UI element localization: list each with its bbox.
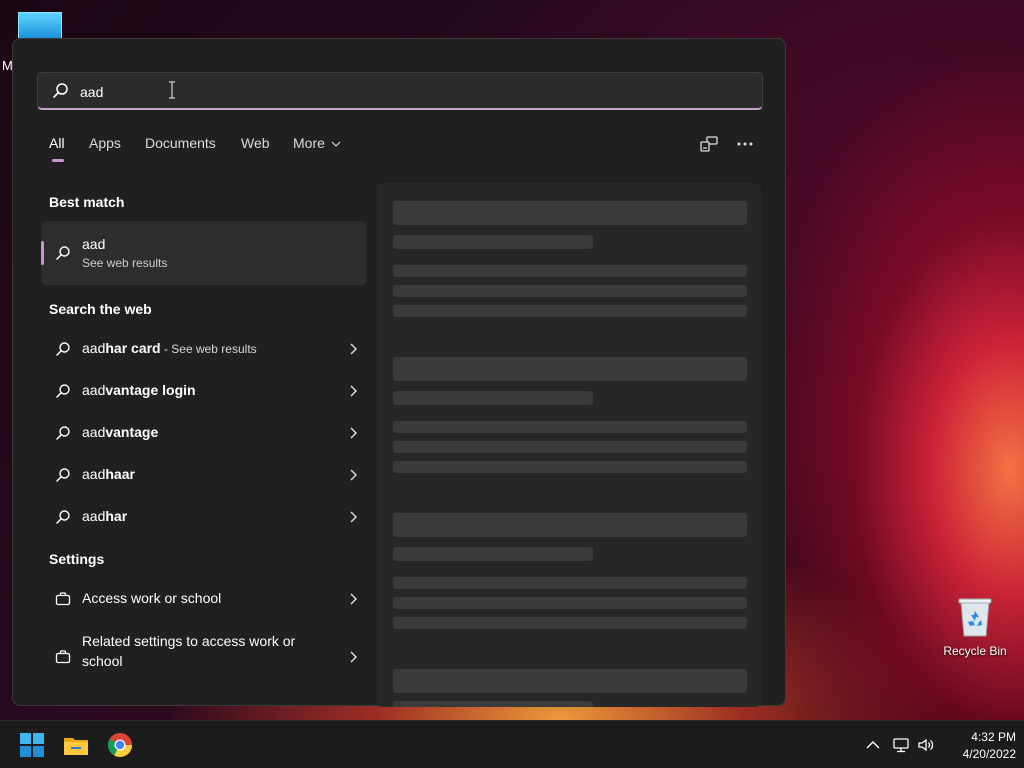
tab-more[interactable]: More [293, 135, 341, 151]
skeleton-bar [393, 285, 747, 297]
settings-heading: Settings [49, 551, 105, 567]
tab-documents-label: Documents [145, 135, 216, 151]
tab-apps-label: Apps [89, 135, 121, 151]
chevron-right-icon [350, 385, 357, 397]
chrome-icon[interactable] [106, 731, 134, 759]
skeleton-bar [393, 617, 747, 629]
recycle-bin[interactable]: Recycle Bin [938, 596, 1012, 658]
web-suggestion-text: aadvantage login [82, 382, 196, 398]
skeleton-bar [393, 201, 747, 225]
web-suggestion-item[interactable]: aadvantage login [41, 371, 367, 411]
skeleton-bar [393, 577, 747, 589]
settings-item-related-access[interactable]: Related settings to access work or schoo… [41, 631, 367, 683]
search-icon [56, 468, 70, 482]
result-preview-loading [377, 183, 761, 707]
tab-active-indicator [52, 159, 64, 162]
search-icon [56, 342, 70, 356]
web-suggestion-text: aadhaar [82, 466, 135, 482]
web-suggestion-text: aadhar [82, 508, 128, 524]
recycle-bin-label: Recycle Bin [943, 644, 1007, 658]
web-suggestion-item[interactable]: aadhar card - See web results [41, 329, 367, 369]
web-suggestion-text: aadvantage [82, 424, 159, 440]
chevron-right-icon [350, 593, 357, 605]
chevron-right-icon [350, 343, 357, 355]
selection-indicator [41, 241, 44, 265]
search-icon [56, 426, 70, 440]
best-match-subtitle: See web results [82, 256, 168, 270]
settings-item-label: Access work or school [82, 590, 222, 606]
tab-web[interactable]: Web [241, 135, 270, 151]
best-match-heading: Best match [49, 194, 125, 210]
best-match-title: aad [82, 236, 106, 252]
skeleton-bar [393, 597, 747, 609]
briefcase-icon [55, 592, 71, 606]
search-icon [56, 246, 70, 260]
share-device-icon[interactable] [699, 135, 719, 153]
skeleton-bar [393, 391, 593, 405]
skeleton-bar [393, 547, 593, 561]
tab-web-label: Web [241, 135, 270, 151]
settings-item-label: Related settings to access work or schoo… [82, 633, 296, 669]
clock[interactable]: 4:32 PM 4/20/2022 [936, 729, 1016, 763]
search-box[interactable] [37, 72, 763, 110]
skeleton-bar [393, 305, 747, 317]
file-explorer-icon[interactable] [62, 731, 90, 759]
desktop-icon-partial[interactable] [18, 12, 62, 40]
taskbar: 4:32 PM 4/20/2022 [0, 720, 1024, 768]
skeleton-bar [393, 265, 747, 277]
clock-time: 4:32 PM [971, 730, 1016, 744]
skeleton-bar [393, 513, 747, 537]
skeleton-bar [393, 669, 747, 693]
tab-documents[interactable]: Documents [145, 135, 216, 151]
more-options-icon[interactable] [735, 135, 755, 153]
skeleton-bar [393, 421, 747, 433]
search-web-heading: Search the web [49, 301, 152, 317]
chevron-down-icon [331, 141, 341, 148]
tab-all-label: All [49, 135, 65, 151]
skeleton-bar [393, 357, 747, 381]
web-suggestion-item[interactable]: aadhar [41, 497, 367, 537]
skeleton-bar [393, 235, 593, 249]
network-icon[interactable] [892, 736, 910, 754]
web-suggestion-item[interactable]: aadhaar [41, 455, 367, 495]
briefcase-icon [55, 650, 71, 664]
chevron-right-icon [350, 427, 357, 439]
chevron-right-icon [350, 511, 357, 523]
settings-item-access-work-school[interactable]: Access work or school [41, 579, 367, 619]
chevron-up-icon[interactable] [864, 736, 882, 754]
start-icon[interactable] [18, 731, 46, 759]
clock-date: 4/20/2022 [962, 747, 1016, 761]
volume-icon[interactable] [917, 736, 935, 754]
best-match-item[interactable]: aad See web results [41, 221, 367, 285]
tab-apps[interactable]: Apps [89, 135, 121, 151]
tab-more-label: More [293, 135, 325, 151]
search-icon [56, 384, 70, 398]
skeleton-bar [393, 701, 593, 707]
search-icon [53, 83, 68, 98]
web-suggestion-item[interactable]: aadvantage [41, 413, 367, 453]
recycle-bin-icon [957, 596, 993, 638]
skeleton-bar [393, 461, 747, 473]
chevron-right-icon [350, 469, 357, 481]
web-suggestion-text: aadhar card - See web results [82, 340, 257, 356]
tab-all[interactable]: All [49, 135, 65, 162]
start-search-panel: All Apps Documents Web More Best match [12, 38, 786, 707]
text-cursor-icon [169, 81, 175, 99]
skeleton-bar [393, 441, 747, 453]
chevron-right-icon [350, 651, 357, 663]
search-icon [56, 510, 70, 524]
